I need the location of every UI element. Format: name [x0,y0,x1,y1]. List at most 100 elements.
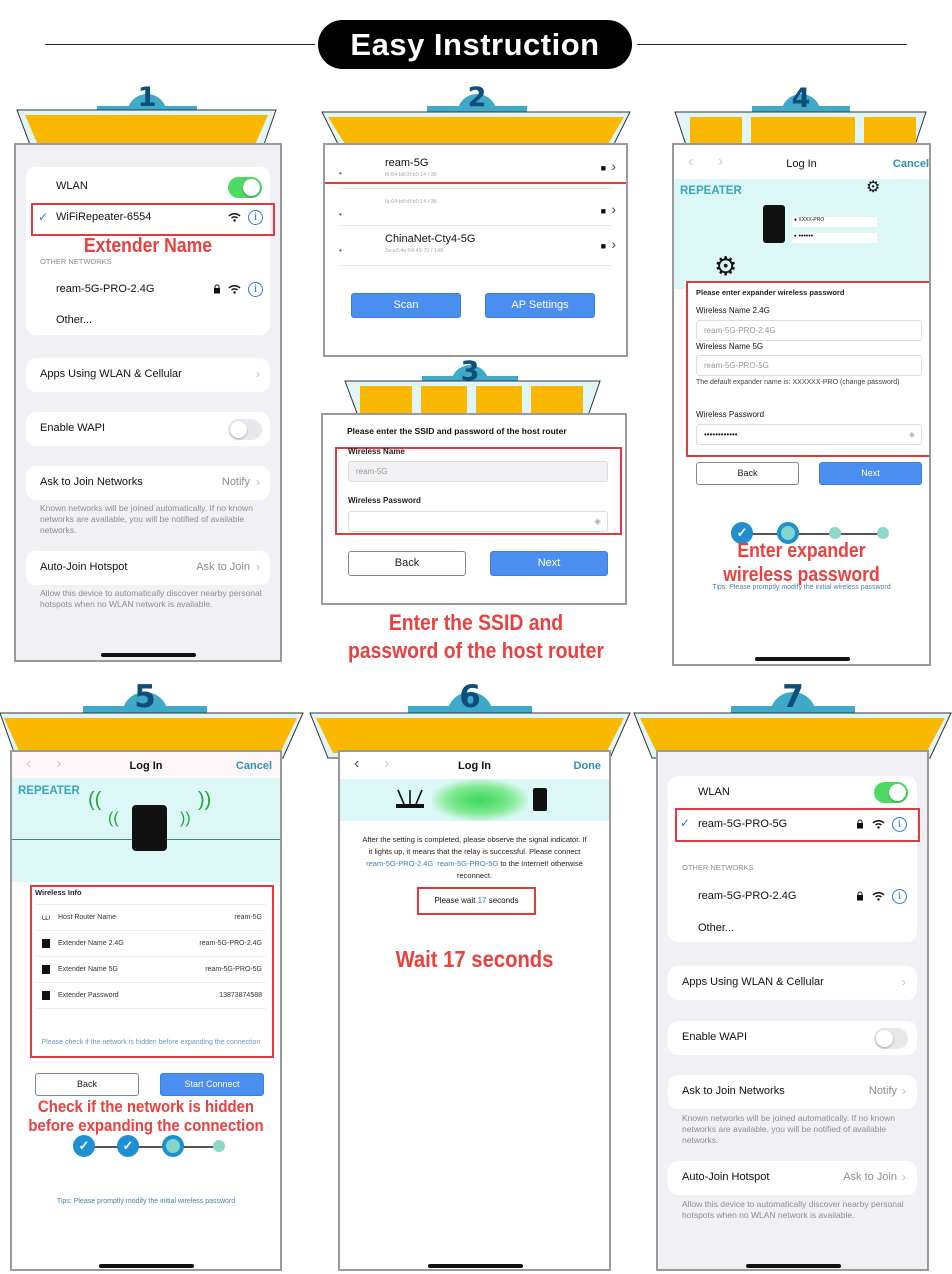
nav-title: Log In [786,158,817,170]
network-row[interactable]: fa:64:b8:df:b0:14 / 36 • ■ › [325,190,626,226]
annotation-extender-name: Extender Name [83,235,213,257]
step-badge-4: 4 [791,83,811,114]
info-value: ream-5G [234,914,262,921]
next-button[interactable]: Next [819,462,922,485]
signal-dot: • [339,210,342,219]
signal-dot: • [339,246,342,255]
connected-network[interactable]: ream-5G-PRO-5G [698,818,787,830]
nav-bar: ‹ › Log In Cancel [674,145,929,179]
done-link[interactable]: Done [574,760,602,772]
password-field[interactable]: •••••••••••• ◈ [696,424,922,445]
auto-join-label: Auto-Join Hotspot [40,561,128,573]
chevron-right-icon: › [902,975,906,989]
login-user: ● XXXX-PRO [794,217,825,223]
network-item[interactable]: ream-5G-PRO-2.4G [56,283,154,295]
wifi-icon [872,820,885,829]
wifi-icon [228,213,241,222]
wlan-label: WLAN [698,786,730,798]
signal-waves-icon: )) [198,789,212,811]
status-message: After the setting is completed, please o… [360,834,589,882]
step6-wait-screen: ‹ › Log In Done After the setting is com… [338,750,611,1271]
wifi-icon [872,892,885,901]
default-name-note: The default expander name is: XXXXXX-PRO… [696,379,900,386]
auto-join-note: Allow this device to automatically disco… [682,1199,904,1220]
title-divider-right [637,44,907,45]
connected-network[interactable]: WiFiRepeater-6554 [56,211,151,223]
progress-step-pending [213,1140,225,1152]
auto-join-note: Allow this device to automatically disco… [40,588,262,609]
progress-step-current [162,1135,184,1157]
chevron-right-icon: › [256,367,260,381]
extender-icon [42,965,50,974]
ask-join-note: Known networks will be joined automatica… [40,503,253,535]
chevron-right-icon: › [611,201,616,217]
other-network-item[interactable]: Other... [698,922,734,934]
step-badge-3: 3 [460,356,480,387]
network-row[interactable]: ChinaNet-Cty4-5G 2a:e3:4e:64:49:70 / 149… [325,226,626,264]
wireless-name-field[interactable]: ream-5G [348,461,608,482]
network-mac: fa:64:b8:df:b0:14 / 36 [385,199,437,205]
wapi-toggle[interactable] [228,419,262,440]
wlan-toggle[interactable] [874,782,908,803]
name24-label: Wireless Name 2.4G [696,306,770,315]
network-link[interactable]: ream-5G-PRO-2.4G [366,859,433,868]
name5-field[interactable]: ream-5G-PRO-5G [696,355,922,376]
scan-button[interactable]: Scan [351,293,461,318]
info-icon[interactable]: i [892,817,907,832]
wait-seconds: 17 [477,896,487,905]
signal-waves-icon: (( [108,810,119,827]
progress-step-pending [829,527,841,539]
router-icon: ⩊ [42,913,51,922]
wapi-label: Enable WAPI [40,422,106,434]
info-icon[interactable]: i [248,282,263,297]
other-network-item[interactable]: Other... [56,314,92,326]
login-user-value: XXXX-PRO [798,217,825,223]
ask-join-value: Notify [221,476,250,488]
gear-icon: ⚙ [714,251,738,281]
extender-icon [42,991,50,1000]
wlan-toggle[interactable] [228,177,262,198]
cancel-link[interactable]: Cancel [236,760,272,772]
eye-icon[interactable]: ◈ [594,512,601,531]
step2-scan-screen: ream-5G f6:64:b8:0f:b0:14 / 36 • ■ › fa:… [323,143,628,357]
step3-caption-line2: password of the host router [347,638,604,663]
back-button[interactable]: Back [348,551,466,576]
ap-settings-button[interactable]: AP Settings [485,293,595,318]
brand-label: REPEATER [18,785,80,797]
page-title: Easy Instruction [318,20,632,69]
password-value: •••••••••••• [704,430,738,439]
lock-icon: ■ [600,241,606,251]
ask-join-note: Known networks will be joined automatica… [682,1113,895,1145]
back-button[interactable]: Back [696,462,799,485]
wireless-password-field[interactable]: ◈ [348,511,608,532]
step-badge-5: 5 [134,679,156,715]
step-badge-6: 6 [459,679,481,715]
nav-bar: ‹ › Log In Done [340,752,609,778]
start-connect-button[interactable]: Start Connect [160,1073,264,1096]
wait-suffix: seconds [486,896,519,905]
cancel-link[interactable]: Cancel [893,158,929,170]
apps-label: Apps Using WLAN & Cellular [682,976,824,988]
lock-icon: ■ [600,206,606,216]
network-item[interactable]: ream-5G-PRO-2.4G [698,890,796,902]
name24-field[interactable]: ream-5G-PRO-2.4G [696,320,922,341]
eye-icon[interactable]: ◈ [909,425,915,444]
wapi-toggle[interactable] [874,1028,908,1049]
info-icon[interactable]: i [248,210,263,225]
password-label: Wireless Password [696,410,765,419]
step5-caption-line1: Check if the network is hidden [37,1097,255,1116]
network-link[interactable]: ream-5G-PRO-5G [437,859,498,868]
info-icon[interactable]: i [892,889,907,904]
status-message-text: After the setting is completed, please o… [362,835,587,856]
auto-join-value: Ask to Join [196,561,250,573]
hidden-network-note: Please check if the network is hidden be… [41,1039,261,1046]
apps-label: Apps Using WLAN & Cellular [40,368,182,380]
expander-heading: Please enter expander wireless password [696,288,845,297]
wait-countdown: Please wait 17 seconds [417,896,536,905]
login-pass: ▪ •••••• [794,233,814,240]
network-name: ChinaNet-Cty4-5G [385,233,476,245]
name5-label: Wireless Name 5G [696,342,764,351]
next-button[interactable]: Next [490,551,608,576]
signal-waves-icon: )) [180,810,191,827]
back-button[interactable]: Back [35,1073,139,1096]
